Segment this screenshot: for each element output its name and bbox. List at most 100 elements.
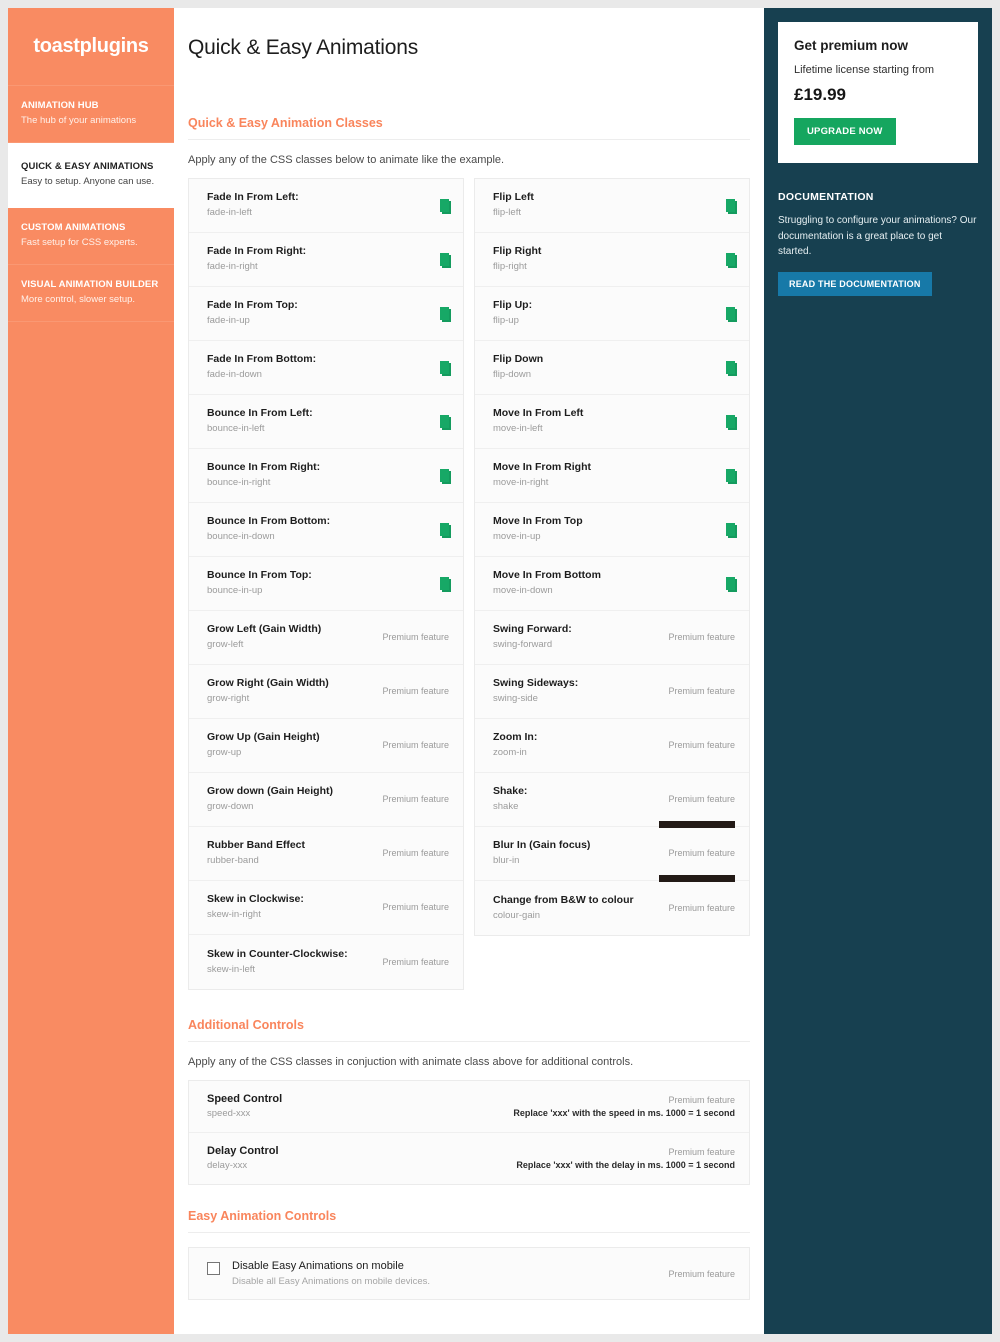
animation-class-row[interactable]: Bounce In From Left: bounce-in-left	[189, 395, 463, 449]
control-labels: Delay Control delay-xxx	[207, 1145, 279, 1171]
animation-class-name: Rubber Band Effect	[207, 839, 306, 852]
animation-class-labels: Swing Forward: swing-forward	[493, 622, 572, 652]
sidebar-item-subtitle: Easy to setup. Anyone can use.	[21, 176, 155, 188]
animation-css-class: fade-in-down	[207, 369, 262, 381]
page-title: Quick & Easy Animations	[188, 36, 418, 59]
animation-class-row[interactable]: Grow down (Gain Height) grow-down Premium …	[189, 773, 463, 827]
animation-class-row[interactable]: Move In From Right move-in-right	[475, 449, 749, 503]
animation-class-row[interactable]: Bounce In From Right: bounce-in-right	[189, 449, 463, 503]
animation-css-class: grow-right	[207, 693, 250, 705]
animation-class-row[interactable]: Move In From Left move-in-left	[475, 395, 749, 449]
animation-css-class: move-in-down	[493, 585, 553, 597]
animation-class-row[interactable]: Bounce In From Top: bounce-in-up	[189, 557, 463, 611]
animation-class-row[interactable]: Move In From Top move-in-up	[475, 503, 749, 557]
premium-badge: Premium feature	[668, 902, 735, 913]
animation-class-name: Skew in Counter-Clockwise:	[207, 947, 348, 960]
animation-class-labels: Flip Left flip-left	[493, 190, 534, 220]
animation-class-row[interactable]: Flip Left flip-left	[475, 179, 749, 233]
premium-price: £19.99	[794, 85, 846, 104]
animation-class-labels: Fade In From Bottom: fade-in-down	[207, 352, 316, 382]
control-row-speed[interactable]: Speed Control speed-xxx Premium feature …	[189, 1081, 749, 1133]
animation-class-row[interactable]: Grow Left (Gain Width) grow-left Premium f…	[189, 611, 463, 665]
animation-class-row[interactable]: Fade In From Bottom: fade-in-down	[189, 341, 463, 395]
animation-class-row[interactable]: Skew in Clockwise: skew-in-right Premium f…	[189, 881, 463, 935]
animation-class-labels: Move In From Left move-in-left	[493, 406, 583, 436]
animation-class-row[interactable]: Skew in Counter-Clockwise: skew-in-left Pr…	[189, 935, 463, 989]
animation-row-right: Premium feature	[374, 902, 449, 912]
animation-class-name: Change from B&W to colour	[493, 893, 634, 906]
premium-badge: Premium feature	[668, 740, 735, 750]
sidebar-item-animation-hub[interactable]: ANIMATION HUB The hub of your animations	[8, 86, 174, 144]
animation-row-right	[718, 252, 735, 266]
animation-preview-box-icon	[440, 306, 449, 320]
animation-css-class: skew-in-right	[207, 909, 261, 921]
animation-class-row[interactable]: Zoom In: zoom-in Premium feature	[475, 719, 749, 773]
animation-preview-box-icon	[726, 306, 735, 320]
animation-row-right: Premium feature	[374, 740, 449, 750]
animation-class-row[interactable]: Change from B&W to colour colour-gain Prem…	[475, 881, 749, 935]
brand-logo[interactable]: toastplugins	[8, 8, 174, 86]
animation-class-row[interactable]: Swing Sideways: swing-side Premium feature	[475, 665, 749, 719]
animation-class-row[interactable]: Fade In From Left: fade-in-left	[189, 179, 463, 233]
sidebar-item-custom-animations[interactable]: CUSTOM ANIMATIONS Fast setup for CSS exp…	[8, 208, 174, 266]
animation-preview-box-icon	[440, 414, 449, 428]
animation-class-row[interactable]: Blur In (Gain focus) blur-in Premium featu…	[475, 827, 749, 882]
animation-class-name: Swing Sideways:	[493, 677, 579, 690]
animation-css-class: swing-forward	[493, 639, 553, 651]
main-content: Quick & Easy Animations Quick & Easy Ani…	[174, 8, 764, 1334]
left-sidebar: toastplugins ANIMATION HUB The hub of yo…	[8, 8, 174, 1334]
animation-class-row[interactable]: Flip Down flip-down	[475, 341, 749, 395]
toggle-label: Disable Easy Animations on mobile	[232, 1260, 404, 1272]
animation-preview-box-icon	[440, 468, 449, 482]
sidebar-item-title: QUICK & EASY ANIMATIONS	[21, 161, 154, 173]
animation-class-row[interactable]: Flip Up: flip-up	[475, 287, 749, 341]
animation-css-class: flip-up	[493, 315, 519, 327]
animation-class-labels: Fade In From Right: fade-in-right	[207, 244, 306, 274]
animation-class-row[interactable]: Bounce In From Bottom: bounce-in-down	[189, 503, 463, 557]
animation-class-row[interactable]: Fade In From Top: fade-in-up	[189, 287, 463, 341]
animation-row-right	[432, 414, 449, 428]
animation-class-name: Bounce In From Right:	[207, 461, 321, 474]
app-root: toastplugins ANIMATION HUB The hub of yo…	[0, 0, 1000, 1342]
toggle-sublabel: Disable all Easy Animations on mobile de…	[232, 1276, 431, 1287]
control-meta: Premium feature Replace 'xxx' with the s…	[513, 1095, 735, 1118]
animation-css-class: rubber-band	[207, 855, 259, 867]
animation-class-row[interactable]: Rubber Band Effect rubber-band Premium fea…	[189, 827, 463, 881]
animation-row-right	[718, 198, 735, 212]
control-meta: Premium feature Replace 'xxx' with the d…	[516, 1147, 735, 1170]
animation-class-row[interactable]: Grow Right (Gain Width) grow-right Premium…	[189, 665, 463, 719]
animation-preview-box-icon	[726, 252, 735, 266]
animation-class-labels: Move In From Bottom move-in-down	[493, 568, 601, 598]
premium-badge: Premium feature	[382, 632, 449, 642]
animation-class-row[interactable]: Flip Right flip-right	[475, 233, 749, 287]
animation-row-right: Premium feature	[660, 686, 735, 696]
sidebar-item-quick-easy-animations[interactable]: QUICK & EASY ANIMATIONS Easy to setup. A…	[8, 143, 174, 208]
upgrade-now-button[interactable]: UPGRADE NOW	[794, 118, 896, 145]
premium-badge: Premium feature	[668, 1268, 735, 1279]
animation-class-row[interactable]: Swing Forward: swing-forward Premium featu…	[475, 611, 749, 665]
premium-badge: Premium feature	[382, 686, 449, 696]
animation-class-labels: Skew in Counter-Clockwise: skew-in-left	[207, 947, 348, 977]
animation-class-row[interactable]: Shake: shake Premium feature	[475, 773, 749, 828]
animation-css-class: grow-left	[207, 639, 244, 651]
animation-css-class: bounce-in-up	[207, 585, 263, 597]
animation-css-class: flip-right	[493, 261, 527, 273]
animation-class-row[interactable]: Grow Up (Gain Height) grow-up Premium feat…	[189, 719, 463, 773]
premium-badge: Premium feature	[668, 632, 735, 642]
brand-name: toastplugins	[33, 35, 149, 57]
documentation-title: DOCUMENTATION	[778, 191, 874, 203]
control-row-delay[interactable]: Delay Control delay-xxx Premium feature …	[189, 1133, 749, 1184]
read-documentation-button[interactable]: READ THE DOCUMENTATION	[778, 271, 932, 296]
animation-css-class: flip-left	[493, 207, 521, 219]
animation-row-right	[432, 360, 449, 374]
animation-class-row[interactable]: Move In From Bottom move-in-down	[475, 557, 749, 611]
sidebar-item-visual-animation-builder[interactable]: VISUAL ANIMATION BUILDER More control, s…	[8, 265, 174, 323]
premium-card-subtitle: Lifetime license starting from	[794, 64, 934, 76]
animation-class-name: Fade In From Bottom:	[207, 353, 317, 366]
animation-preview-box-icon	[726, 576, 735, 590]
disable-mobile-animations-checkbox[interactable]	[207, 1262, 220, 1275]
animation-class-row[interactable]: Fade In From Right: fade-in-right	[189, 233, 463, 287]
animation-class-list-left: Fade In From Left: fade-in-left Fade In Fr…	[188, 178, 464, 990]
animation-preview-box-icon	[440, 198, 449, 212]
